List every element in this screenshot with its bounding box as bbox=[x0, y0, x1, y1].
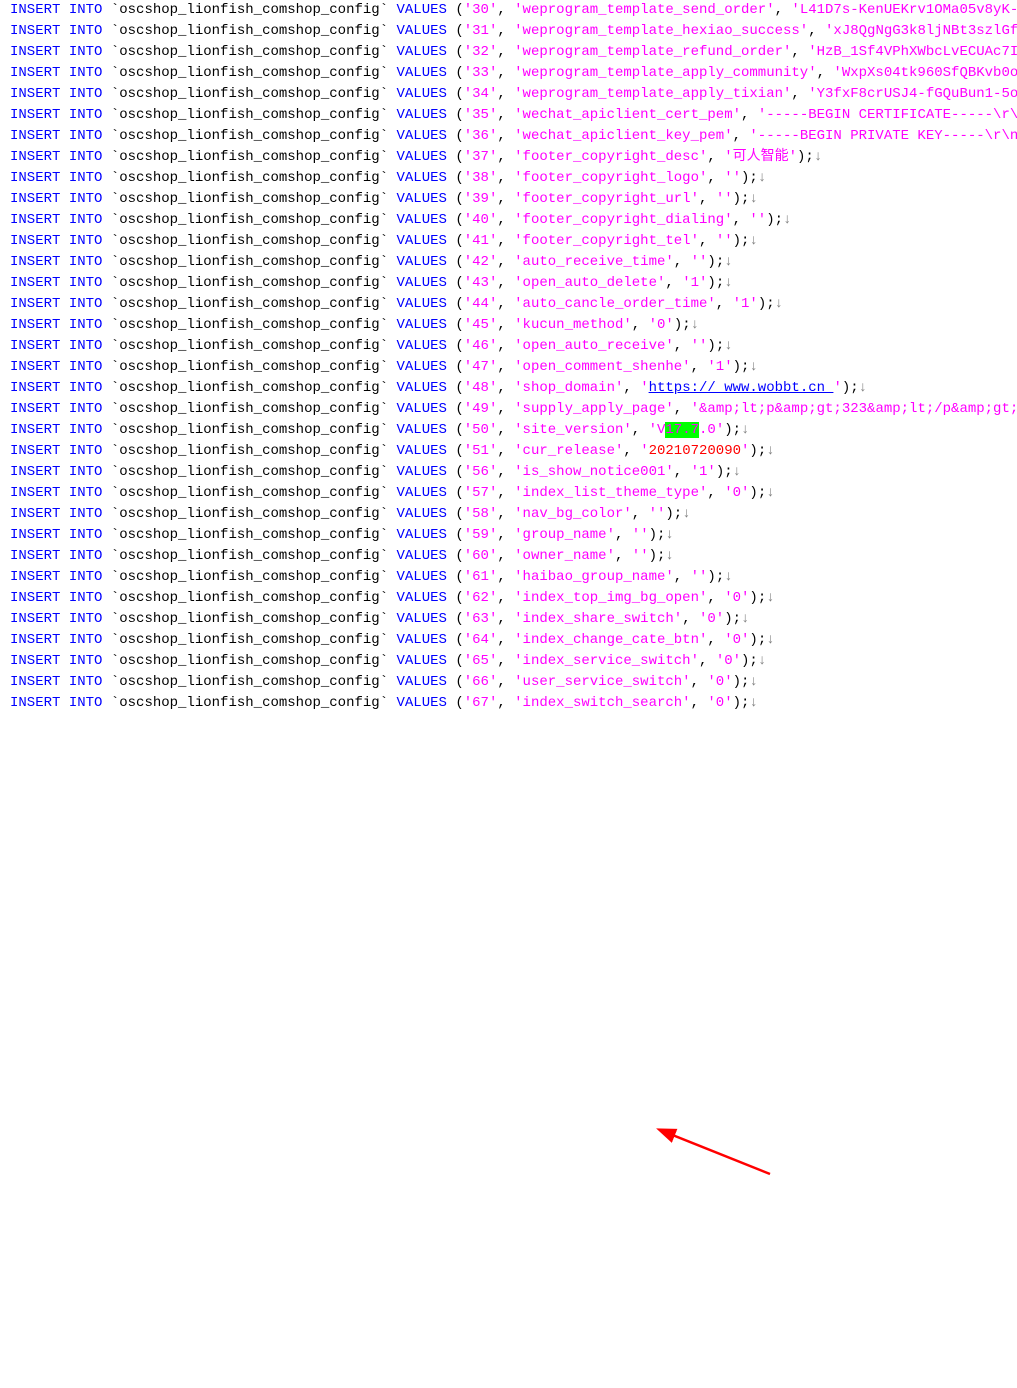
code-line: INSERT INTO `oscshop_lionfish_comshop_co… bbox=[10, 21, 1017, 42]
code-line: INSERT INTO `oscshop_lionfish_comshop_co… bbox=[10, 294, 1017, 315]
code-line: INSERT INTO `oscshop_lionfish_comshop_co… bbox=[10, 651, 1017, 672]
code-line: INSERT INTO `oscshop_lionfish_comshop_co… bbox=[10, 210, 1017, 231]
sql-code-block: INSERT INTO `oscshop_lionfish_comshop_co… bbox=[0, 0, 1017, 714]
annotation-arrow bbox=[0, 714, 1017, 1388]
code-line: INSERT INTO `oscshop_lionfish_comshop_co… bbox=[10, 315, 1017, 336]
code-line: INSERT INTO `oscshop_lionfish_comshop_co… bbox=[10, 546, 1017, 567]
code-line: INSERT INTO `oscshop_lionfish_comshop_co… bbox=[10, 504, 1017, 525]
code-line: INSERT INTO `oscshop_lionfish_comshop_co… bbox=[10, 672, 1017, 693]
code-line: INSERT INTO `oscshop_lionfish_comshop_co… bbox=[10, 105, 1017, 126]
code-line: INSERT INTO `oscshop_lionfish_comshop_co… bbox=[10, 336, 1017, 357]
code-line: INSERT INTO `oscshop_lionfish_comshop_co… bbox=[10, 42, 1017, 63]
code-line: INSERT INTO `oscshop_lionfish_comshop_co… bbox=[10, 231, 1017, 252]
code-line: INSERT INTO `oscshop_lionfish_comshop_co… bbox=[10, 399, 1017, 420]
code-line: INSERT INTO `oscshop_lionfish_comshop_co… bbox=[10, 525, 1017, 546]
code-line: INSERT INTO `oscshop_lionfish_comshop_co… bbox=[10, 567, 1017, 588]
code-line: INSERT INTO `oscshop_lionfish_comshop_co… bbox=[10, 273, 1017, 294]
code-line: INSERT INTO `oscshop_lionfish_comshop_co… bbox=[10, 420, 1017, 441]
code-line: INSERT INTO `oscshop_lionfish_comshop_co… bbox=[10, 609, 1017, 630]
code-line: INSERT INTO `oscshop_lionfish_comshop_co… bbox=[10, 189, 1017, 210]
code-line: INSERT INTO `oscshop_lionfish_comshop_co… bbox=[10, 147, 1017, 168]
code-line: INSERT INTO `oscshop_lionfish_comshop_co… bbox=[10, 588, 1017, 609]
code-line: INSERT INTO `oscshop_lionfish_comshop_co… bbox=[10, 693, 1017, 714]
code-line: INSERT INTO `oscshop_lionfish_comshop_co… bbox=[10, 483, 1017, 504]
code-line: INSERT INTO `oscshop_lionfish_comshop_co… bbox=[10, 462, 1017, 483]
code-line: INSERT INTO `oscshop_lionfish_comshop_co… bbox=[10, 378, 1017, 399]
code-line: INSERT INTO `oscshop_lionfish_comshop_co… bbox=[10, 0, 1017, 21]
code-line: INSERT INTO `oscshop_lionfish_comshop_co… bbox=[10, 252, 1017, 273]
code-line: INSERT INTO `oscshop_lionfish_comshop_co… bbox=[10, 357, 1017, 378]
code-line: INSERT INTO `oscshop_lionfish_comshop_co… bbox=[10, 168, 1017, 189]
code-line: INSERT INTO `oscshop_lionfish_comshop_co… bbox=[10, 441, 1017, 462]
code-line: INSERT INTO `oscshop_lionfish_comshop_co… bbox=[10, 126, 1017, 147]
code-line: INSERT INTO `oscshop_lionfish_comshop_co… bbox=[10, 630, 1017, 651]
code-line: INSERT INTO `oscshop_lionfish_comshop_co… bbox=[10, 84, 1017, 105]
code-line: INSERT INTO `oscshop_lionfish_comshop_co… bbox=[10, 63, 1017, 84]
